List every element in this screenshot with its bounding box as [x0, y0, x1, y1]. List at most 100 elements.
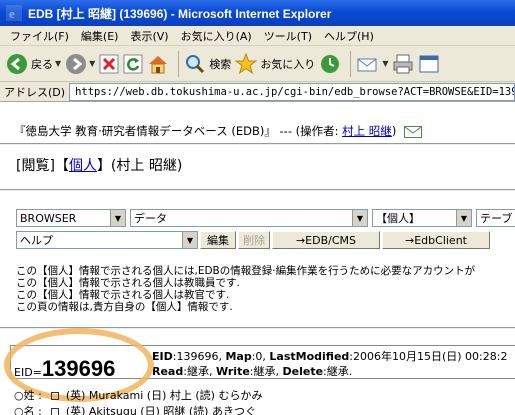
menu-view[interactable]: 表示(V)	[124, 28, 174, 44]
refresh-icon	[123, 54, 143, 73]
meta-key-delete: Delete	[282, 365, 324, 378]
staff-note: この【個人】情報で示される個人は教職員です.	[16, 277, 240, 289]
page-header: 『徳島大学 教育·研究者情報データベース (EDB)』 --- (操作者: 村上…	[14, 123, 422, 139]
breadcrumb-prefix: [閲覧]【	[16, 158, 69, 174]
kind-select[interactable]: 【個人】 ▼	[372, 209, 472, 227]
address-input[interactable]: e https://web.db.tokushima-u.ac.jp/cgi-b…	[69, 82, 515, 101]
chevron-down-icon[interactable]: ▼	[352, 210, 367, 226]
edit-page-icon	[419, 55, 439, 72]
favorites-button[interactable]: お気に入り	[235, 49, 315, 79]
mail-button[interactable]: ▼	[356, 49, 388, 79]
category-select-value: データ	[134, 212, 167, 225]
meta-val-map: :0,	[251, 350, 266, 363]
history-button[interactable]	[319, 49, 341, 79]
breadcrumb: [閲覧]【個人】(村上 昭継)	[16, 155, 182, 175]
meta-key-eid: EID	[152, 350, 173, 363]
checkbox[interactable]	[51, 408, 60, 415]
mode-select[interactable]: BROWSER ▼	[16, 209, 126, 227]
window-title: EDB [村上 昭継] (139696) - Microsoft Interne…	[28, 6, 332, 21]
category-select[interactable]: データ ▼	[130, 209, 368, 227]
menu-file[interactable]: ファイル(F)	[4, 28, 75, 44]
back-arrow-icon	[7, 53, 27, 74]
table-select-value: テーブ	[480, 212, 513, 225]
field-value: (英) Akitsugu (日) 昭継 (読) あきつぐ	[65, 405, 256, 415]
menu-bar: ファイル(F) 編集(E) 表示(V) お気に入り(A) ツール(T) ヘルプ(…	[0, 26, 515, 46]
edb-client-button[interactable]: →EdbClient	[382, 231, 490, 249]
faculty-note: この【個人】情報で示される個人は教官です.	[16, 289, 230, 301]
menu-edit[interactable]: 編集(E)	[75, 28, 125, 44]
divider	[0, 189, 515, 191]
history-icon	[321, 54, 340, 73]
stop-icon	[99, 54, 119, 73]
edit-page-button[interactable]	[418, 49, 440, 79]
breadcrumb-suffix: 】(村上 昭継)	[96, 158, 183, 174]
mail-icon	[357, 58, 377, 71]
chevron-down-icon[interactable]: ▼	[55, 59, 61, 68]
edit-button[interactable]: 編集	[200, 231, 236, 249]
menu-help[interactable]: ヘルプ(H)	[318, 28, 380, 44]
header-suffix: )	[391, 124, 397, 138]
meta-val-delete: :継承.	[323, 365, 353, 378]
home-icon	[149, 55, 168, 73]
printer-icon	[393, 54, 413, 73]
search-label: 検索	[209, 57, 232, 71]
field-label: ○姓 :	[14, 389, 42, 402]
back-label: 戻る	[31, 57, 53, 71]
chevron-down-icon[interactable]: ▼	[182, 232, 197, 248]
print-button[interactable]	[392, 49, 414, 79]
chevron-down-icon[interactable]: ▼	[89, 59, 95, 68]
search-icon	[186, 54, 205, 73]
field-label: ○名 :	[14, 405, 42, 415]
forward-button[interactable]: ▼	[65, 49, 95, 79]
envelope-icon[interactable]	[403, 125, 422, 138]
meta-val-modified: :2006年10月15日(日) 00:28:2	[349, 350, 508, 363]
mode-select-value: BROWSER	[20, 211, 77, 225]
record-meta-line-2: Read:継承, Write:継承, Delete:継承.	[152, 363, 352, 379]
meta-key-write: Write	[215, 365, 250, 378]
svg-text:e: e	[9, 6, 15, 21]
star-icon	[235, 52, 258, 74]
breadcrumb-link-person[interactable]: 個人	[69, 158, 97, 174]
divider	[0, 143, 515, 145]
field-row-surname: ○姓 : (英) Murakami (日) 村上 (読) むらかみ	[14, 387, 262, 403]
edb-cms-button[interactable]: →EDB/CMS	[272, 231, 380, 249]
stop-button[interactable]	[99, 49, 119, 79]
meta-val-read: :継承,	[183, 365, 213, 378]
forward-arrow-icon	[66, 53, 87, 74]
chevron-down-icon[interactable]: ▼	[382, 59, 388, 68]
table-select[interactable]: テーブ	[476, 209, 515, 227]
toolbar-divider	[178, 50, 180, 77]
address-label: アドレス(D)	[4, 85, 66, 99]
meta-val-write: :継承,	[249, 365, 279, 378]
back-button[interactable]: 戻る ▼	[6, 49, 61, 79]
record-meta-line-1: EID:139696, Map:0, LastModified:2006年10月…	[152, 348, 507, 364]
window-titlebar: e EDB [村上 昭継] (139696) - Microsoft Inter…	[0, 0, 515, 26]
kind-select-value: 【個人】	[376, 212, 420, 225]
ie-logo-icon: e	[6, 5, 22, 21]
toolbar: 戻る ▼ ▼ 検索 お気に入り ▼	[0, 46, 515, 82]
address-url[interactable]: https://web.db.tokushima-u.ac.jp/cgi-bin…	[75, 86, 514, 98]
field-row-given-name: ○名 : (英) Akitsugu (日) 昭継 (読) あきつぐ	[14, 403, 256, 415]
meta-key-modified: LastModified	[269, 350, 350, 363]
menu-tools[interactable]: ツール(T)	[258, 28, 318, 44]
field-value: (英) Murakami (日) 村上 (読) むらかみ	[65, 389, 263, 402]
help-select[interactable]: ヘルプ ▼	[16, 231, 198, 249]
home-button[interactable]	[147, 49, 169, 79]
self-note: この頁の情報は,貴方自身の【個人】情報です.	[16, 301, 233, 313]
search-button[interactable]: 検索	[184, 49, 231, 79]
address-bar: アドレス(D) e https://web.db.tokushima-u.ac.…	[0, 82, 515, 102]
chevron-down-icon[interactable]: ▼	[456, 210, 471, 226]
chevron-down-icon[interactable]: ▼	[110, 210, 125, 226]
meta-key-map: Map	[225, 350, 252, 363]
operator-link[interactable]: 村上 昭継	[342, 124, 392, 138]
header-text: 『徳島大学 教育·研究者情報データベース (EDB)』 --- (操作者:	[14, 124, 343, 138]
checkbox[interactable]	[51, 392, 60, 400]
refresh-button[interactable]	[123, 49, 143, 79]
page-content: 『徳島大学 教育·研究者情報データベース (EDB)』 --- (操作者: 村上…	[0, 103, 515, 415]
menu-favorites[interactable]: お気に入り(A)	[175, 28, 258, 44]
toolbar-divider	[350, 50, 352, 77]
meta-val-eid: :139696,	[172, 350, 222, 363]
favorites-label: お気に入り	[260, 57, 316, 71]
account-note: この【個人】情報で示される個人には,EDBの情報登録·編集作業を行うために必要な…	[16, 265, 476, 277]
delete-button[interactable]: 削除	[238, 231, 270, 249]
